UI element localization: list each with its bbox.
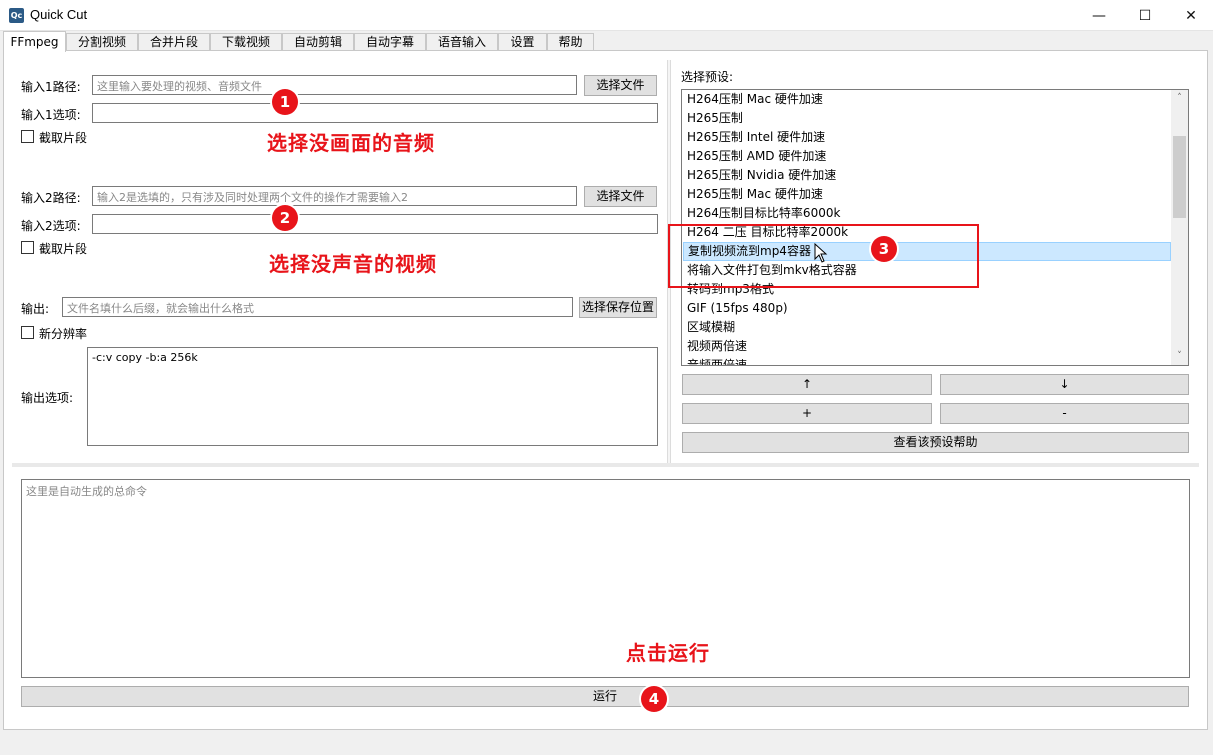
step3-badge: 3 [871,236,897,262]
preset-item[interactable]: 音频两倍速 [683,356,1171,365]
preset-item[interactable]: H264压制目标比特率6000k [683,204,1171,223]
preset-item[interactable]: H265压制 AMD 硬件加速 [683,147,1171,166]
preset-help-button[interactable]: 查看该预设帮助 [682,432,1189,453]
add-preset-button[interactable]: + [682,403,932,424]
mouse-pointer-icon [814,243,828,263]
input2-clip-label: 截取片段 [39,242,88,256]
input1-options-field[interactable] [92,103,658,123]
tab-bar: FFmpeg 分割视频 合并片段 下载视频 自动剪辑 自动字幕 语音输入 设置 … [0,31,1213,52]
input1-clip-label: 截取片段 [39,131,88,145]
input2-path-label: 输入2路径: [21,191,81,205]
scrollbar-thumb[interactable] [1173,136,1186,218]
input1-path-field[interactable]: 这里输入要处理的视频、音频文件 [92,75,577,95]
scroll-up-arrow-icon[interactable]: ˄ [1171,90,1188,107]
input2-choose-file-button[interactable]: 选择文件 [584,186,657,207]
command-textarea[interactable]: 这里是自动生成的总命令 [21,479,1190,678]
preset-item[interactable]: H265压制 Nvidia 硬件加速 [683,166,1171,185]
new-resolution-label: 新分辨率 [39,327,88,341]
move-preset-down-button[interactable]: ↓ [940,374,1189,395]
preset-item[interactable]: H264压制 Mac 硬件加速 [683,90,1171,109]
input2-clip-checkbox[interactable] [21,241,34,254]
output-options-label: 输出选项: [21,391,74,405]
output-choose-location-button[interactable]: 选择保存位置 [579,297,657,318]
tab-ffmpeg[interactable]: FFmpeg [3,31,66,52]
input1-path-label: 输入1路径: [21,80,81,94]
maximize-button[interactable]: ☐ [1122,0,1168,31]
preset-item[interactable]: H265压制 Intel 硬件加速 [683,128,1171,147]
step4-badge: 4 [641,686,667,712]
step1-annotation: 选择没画面的音频 [267,131,435,155]
horizontal-splitter[interactable] [12,463,1199,467]
run-button[interactable]: 运行 [21,686,1189,707]
output-path-field[interactable]: 文件名填什么后缀，就会输出什么格式 [62,297,573,317]
step4-annotation: 点击运行 [626,641,710,665]
input1-clip-checkbox[interactable] [21,130,34,143]
preset-item[interactable]: 区域模糊 [683,318,1171,337]
step1-badge: 1 [272,89,298,115]
preset-item[interactable]: GIF (15fps 480p) [683,299,1171,318]
preset-item[interactable]: H265压制 [683,109,1171,128]
output-label: 输出: [21,302,50,316]
remove-preset-button[interactable]: - [940,403,1189,424]
input1-choose-file-button[interactable]: 选择文件 [584,75,657,96]
scroll-down-arrow-icon[interactable]: ˅ [1171,348,1188,365]
title-bar: Qc Quick Cut — ☐ ✕ [0,0,1213,31]
input2-options-label: 输入2选项: [21,219,81,233]
minimize-button[interactable]: — [1076,0,1122,31]
presets-scrollbar[interactable]: ˄ ˅ [1171,90,1188,365]
input1-options-label: 输入1选项: [21,108,81,122]
input2-options-field[interactable] [92,214,658,234]
move-preset-up-button[interactable]: ↑ [682,374,932,395]
step2-badge: 2 [272,205,298,231]
app-icon: Qc [9,8,24,23]
close-button[interactable]: ✕ [1168,0,1213,31]
new-resolution-checkbox[interactable] [21,326,34,339]
preset-item[interactable]: H265压制 Mac 硬件加速 [683,185,1171,204]
preset-item[interactable]: 视频两倍速 [683,337,1171,356]
input2-path-field[interactable]: 输入2是选填的，只有涉及同时处理两个文件的操作才需要输入2 [92,186,577,206]
presets-label: 选择预设: [681,70,734,84]
output-options-field[interactable]: -c:v copy -b:a 256k [87,347,658,446]
window-title: Quick Cut [30,7,88,22]
step2-annotation: 选择没声音的视频 [269,252,437,276]
